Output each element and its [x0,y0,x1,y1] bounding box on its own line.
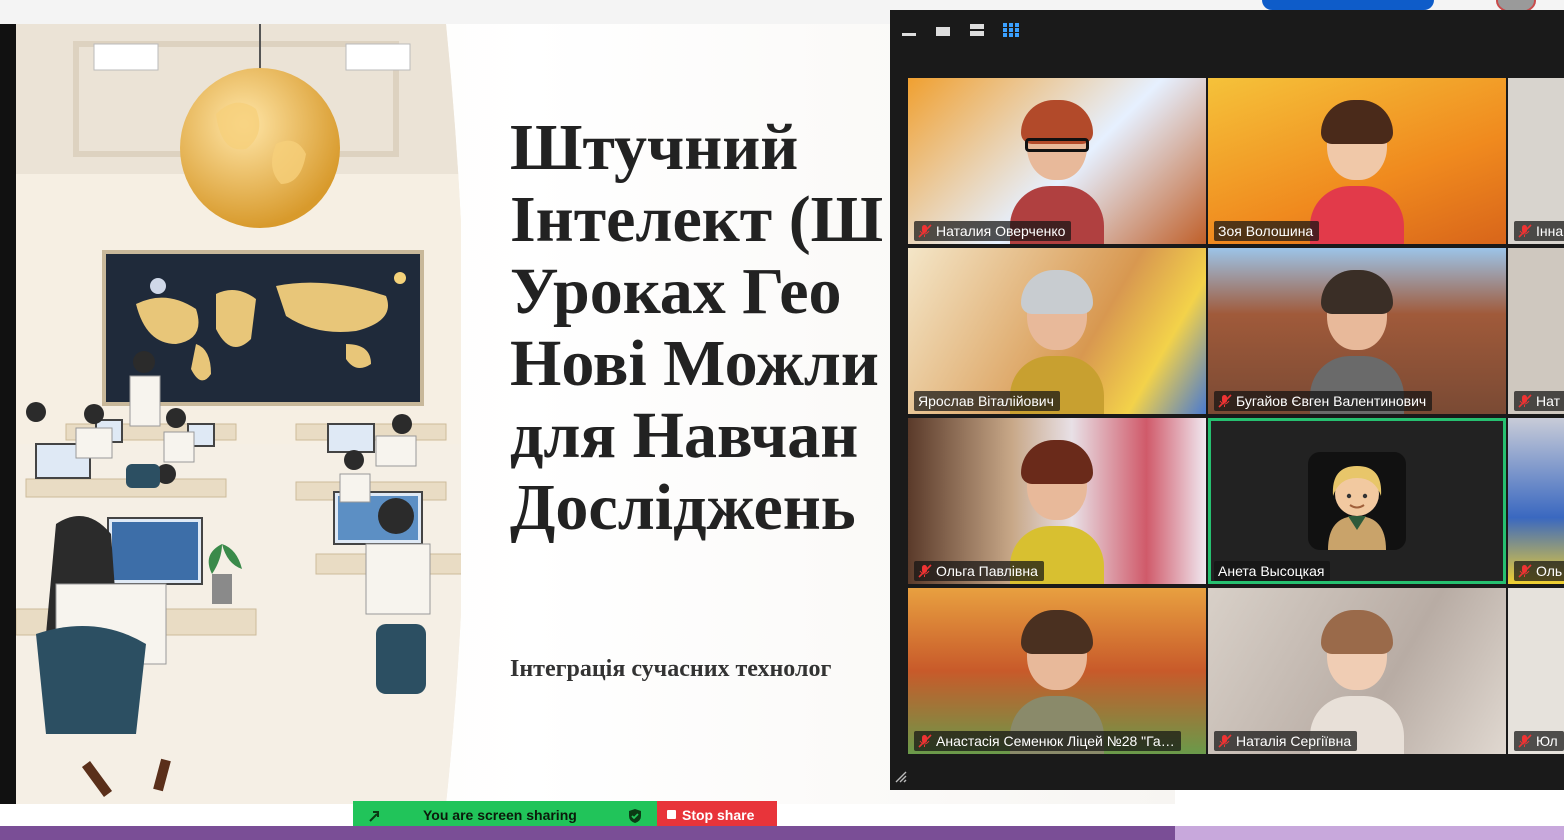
classroom-illustration [16,24,461,804]
participant-name: Зоя Волошина [1214,221,1320,241]
participant-tile[interactable]: Анастасія Семенюк Ліцей №28 "Га… [908,588,1206,754]
participant-tile-active-speaker[interactable]: Анета Высоцкая [1208,418,1506,584]
participant-tile[interactable]: Ярослав Віталійович [908,248,1206,414]
participant-name: Ярослав Віталійович [914,391,1060,411]
mic-muted-icon [1518,224,1532,238]
gallery-view-icon[interactable] [1002,22,1020,38]
window-icon[interactable] [934,22,952,38]
zoom-gallery-window: Наталия Оверченко Зоя Волошина Інна Ярос… [890,10,1564,790]
participant-name: Оль [1514,561,1564,581]
participant-name: Наталія Сергіївна [1214,731,1358,751]
speaker-view-icon[interactable] [968,22,986,38]
mic-muted-icon [1218,734,1232,748]
participant-name: Бугайов Євген Валентинович [1214,391,1433,411]
zoom-toolbar [890,10,1564,50]
mic-muted-icon [918,564,932,578]
mic-muted-icon [1518,394,1532,408]
mic-muted-icon [1518,564,1532,578]
participant-tile[interactable]: Наталія Сергіївна [1208,588,1506,754]
participant-name: Наталия Оверченко [914,221,1072,241]
stop-share-label: Stop share [682,807,755,823]
participant-name: Інна [1514,221,1564,241]
stop-icon [667,810,676,819]
participant-tile[interactable]: Нат [1508,248,1564,414]
participant-tile[interactable]: Бугайов Євген Валентинович [1208,248,1506,414]
shield-check-icon [629,809,641,823]
resize-handle-icon[interactable] [894,770,908,784]
participant-gallery: Наталия Оверченко Зоя Волошина Інна Ярос… [908,78,1564,754]
share-arrow-icon [369,811,379,822]
minimize-icon[interactable] [900,22,918,38]
participant-tile[interactable]: Оль [1508,418,1564,584]
top-action-button[interactable] [1262,0,1434,10]
participant-tile[interactable]: Ольга Павлівна [908,418,1206,584]
participant-name: Ольга Павлівна [914,561,1044,581]
participant-tile[interactable]: Юл [1508,588,1564,754]
participant-name: Юл [1514,731,1564,751]
slide-left-edge [0,24,16,804]
taskbar [0,826,1564,840]
participant-tile[interactable]: Наталия Оверченко [908,78,1206,244]
participant-tile[interactable]: Інна [1508,78,1564,244]
participant-name: Нат [1514,391,1564,411]
participant-tile[interactable]: Зоя Волошина [1208,78,1506,244]
mic-muted-icon [918,734,932,748]
mic-muted-icon [1218,394,1232,408]
avatar [1308,452,1406,550]
mic-muted-icon [1518,734,1532,748]
mic-muted-icon [918,224,932,238]
participant-name: Анета Высоцкая [1214,561,1331,581]
participant-name: Анастасія Семенюк Ліцей №28 "Га… [914,731,1181,751]
